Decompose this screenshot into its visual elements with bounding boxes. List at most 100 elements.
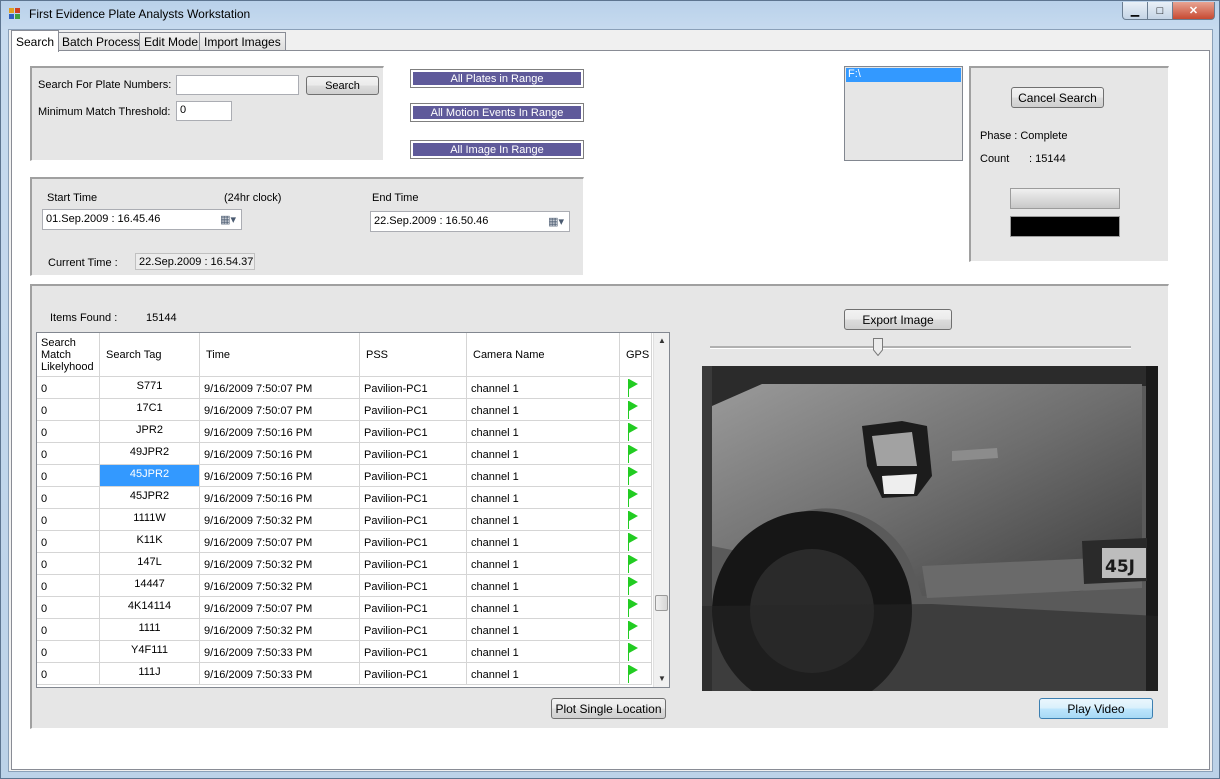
end-time-picker[interactable]: 22.Sep.2009 : 16.50.46 ▦▾	[370, 211, 570, 232]
search-tag-cell[interactable]: 14447	[100, 575, 200, 597]
minimize-button[interactable]: ▁	[1122, 2, 1148, 20]
camera-name-cell[interactable]: channel 1	[467, 509, 620, 531]
play-video-button[interactable]: Play Video	[1039, 698, 1153, 719]
scroll-thumb[interactable]	[655, 595, 668, 611]
camera-name-cell[interactable]: channel 1	[467, 531, 620, 553]
time-cell[interactable]: 9/16/2009 7:50:33 PM	[200, 641, 360, 663]
likelihood-cell[interactable]: 0	[37, 509, 100, 531]
likelihood-cell[interactable]: 0	[37, 619, 100, 641]
camera-name-cell[interactable]: channel 1	[467, 443, 620, 465]
time-cell[interactable]: 9/16/2009 7:50:07 PM	[200, 597, 360, 619]
table-row[interactable]: 0 Y4F111 9/16/2009 7:50:33 PM Pavilion-PC1 c…	[37, 641, 652, 663]
camera-name-cell[interactable]: channel 1	[467, 465, 620, 487]
table-row[interactable]: 0 45JPR2 9/16/2009 7:50:16 PM Pavilion-PC1 c…	[37, 487, 652, 509]
gps-cell[interactable]	[620, 619, 652, 641]
camera-name-cell[interactable]: channel 1	[467, 641, 620, 663]
camera-name-cell[interactable]: channel 1	[467, 399, 620, 421]
table-row[interactable]: 0 1111W 9/16/2009 7:50:32 PM Pavilion-PC1 ch…	[37, 509, 652, 531]
table-row[interactable]: 0 K11K 9/16/2009 7:50:07 PM Pavilion-PC1 cha…	[37, 531, 652, 553]
start-time-picker[interactable]: 01.Sep.2009 : 16.45.46 ▦▾	[42, 209, 242, 230]
search-tag-cell[interactable]: K11K	[100, 531, 200, 553]
pss-cell[interactable]: Pavilion-PC1	[360, 553, 467, 575]
plate-search-input[interactable]	[176, 75, 299, 95]
drive-item[interactable]: F:\	[846, 68, 961, 82]
tab-batch-process[interactable]: Batch Process	[57, 32, 145, 51]
calendar-dropdown-icon[interactable]: ▦▾	[220, 213, 236, 226]
all-image-button[interactable]: All Image In Range	[410, 140, 584, 159]
gps-cell[interactable]	[620, 663, 652, 685]
table-row[interactable]: 0 111J 9/16/2009 7:50:33 PM Pavilion-PC1 cha…	[37, 663, 652, 685]
table-row[interactable]: 0 1111 9/16/2009 7:50:32 PM Pavilion-PC1 cha…	[37, 619, 652, 641]
search-tag-cell[interactable]: 4K14114	[100, 597, 200, 619]
table-row[interactable]: 0 JPR2 9/16/2009 7:50:16 PM Pavilion-PC1 cha…	[37, 421, 652, 443]
camera-name-cell[interactable]: channel 1	[467, 377, 620, 399]
search-tag-cell[interactable]: 17C1	[100, 399, 200, 421]
pss-cell[interactable]: Pavilion-PC1	[360, 399, 467, 421]
search-tag-cell[interactable]: 49JPR2	[100, 443, 200, 465]
search-tag-cell[interactable]: 1111	[100, 619, 200, 641]
image-slider-thumb[interactable]	[873, 338, 884, 357]
gps-flag-icon[interactable]	[629, 445, 638, 455]
tab-search[interactable]: Search	[11, 30, 60, 52]
gps-flag-icon[interactable]	[629, 621, 638, 631]
column-header-camera-name[interactable]: Camera Name	[467, 333, 620, 377]
calendar-dropdown-icon[interactable]: ▦▾	[548, 215, 564, 228]
pss-cell[interactable]: Pavilion-PC1	[360, 531, 467, 553]
plate-image-viewer[interactable]: 45J	[702, 366, 1158, 691]
cancel-search-button[interactable]: Cancel Search	[1011, 87, 1104, 108]
time-cell[interactable]: 9/16/2009 7:50:32 PM	[200, 509, 360, 531]
gps-cell[interactable]	[620, 399, 652, 421]
gps-cell[interactable]	[620, 531, 652, 553]
gps-cell[interactable]	[620, 377, 652, 399]
column-header-likelihood[interactable]: Search Match Likelyhood	[37, 333, 100, 377]
gps-cell[interactable]	[620, 575, 652, 597]
column-header-gps[interactable]: GPS	[620, 333, 652, 377]
gps-flag-icon[interactable]	[629, 643, 638, 653]
camera-name-cell[interactable]: channel 1	[467, 575, 620, 597]
search-tag-cell[interactable]: 45JPR2	[100, 487, 200, 509]
camera-name-cell[interactable]: channel 1	[467, 487, 620, 509]
table-row[interactable]: 0 14447 9/16/2009 7:50:32 PM Pavilion-PC1 ch…	[37, 575, 652, 597]
gps-cell[interactable]	[620, 553, 652, 575]
results-grid[interactable]: Search Match Likelyhood Search Tag Time …	[36, 332, 670, 688]
search-tag-cell[interactable]: 45JPR2	[100, 465, 200, 487]
likelihood-cell[interactable]: 0	[37, 443, 100, 465]
time-cell[interactable]: 9/16/2009 7:50:33 PM	[200, 663, 360, 685]
gps-cell[interactable]	[620, 509, 652, 531]
maximize-button[interactable]: □	[1147, 2, 1173, 20]
search-tag-cell[interactable]: 147L	[100, 553, 200, 575]
pss-cell[interactable]: Pavilion-PC1	[360, 377, 467, 399]
likelihood-cell[interactable]: 0	[37, 597, 100, 619]
plot-single-location-button[interactable]: Plot Single Location	[551, 698, 666, 719]
gps-flag-icon[interactable]	[629, 379, 638, 389]
pss-cell[interactable]: Pavilion-PC1	[360, 663, 467, 685]
pss-cell[interactable]: Pavilion-PC1	[360, 597, 467, 619]
likelihood-cell[interactable]: 0	[37, 421, 100, 443]
likelihood-cell[interactable]: 0	[37, 553, 100, 575]
all-motion-events-button[interactable]: All Motion Events In Range	[410, 103, 584, 122]
tab-import-images[interactable]: Import Images	[199, 32, 286, 51]
gps-flag-icon[interactable]	[629, 511, 638, 521]
pss-cell[interactable]: Pavilion-PC1	[360, 509, 467, 531]
time-cell[interactable]: 9/16/2009 7:50:16 PM	[200, 421, 360, 443]
likelihood-cell[interactable]: 0	[37, 663, 100, 685]
gps-cell[interactable]	[620, 465, 652, 487]
gps-flag-icon[interactable]	[629, 577, 638, 587]
gps-flag-icon[interactable]	[629, 423, 638, 433]
camera-name-cell[interactable]: channel 1	[467, 421, 620, 443]
table-row[interactable]: 0 147L 9/16/2009 7:50:32 PM Pavilion-PC1 cha…	[37, 553, 652, 575]
gps-cell[interactable]	[620, 443, 652, 465]
likelihood-cell[interactable]: 0	[37, 531, 100, 553]
likelihood-cell[interactable]: 0	[37, 377, 100, 399]
image-slider-track[interactable]	[710, 346, 1131, 349]
time-cell[interactable]: 9/16/2009 7:50:07 PM	[200, 377, 360, 399]
table-row[interactable]: 0 17C1 9/16/2009 7:50:07 PM Pavilion-PC1 cha…	[37, 399, 652, 421]
tab-edit-mode[interactable]: Edit Mode	[139, 32, 204, 51]
time-cell[interactable]: 9/16/2009 7:50:16 PM	[200, 487, 360, 509]
pss-cell[interactable]: Pavilion-PC1	[360, 465, 467, 487]
column-header-time[interactable]: Time	[200, 333, 360, 377]
column-header-search-tag[interactable]: Search Tag	[100, 333, 200, 377]
camera-name-cell[interactable]: channel 1	[467, 619, 620, 641]
drive-listbox[interactable]: F:\	[844, 66, 963, 161]
likelihood-cell[interactable]: 0	[37, 465, 100, 487]
